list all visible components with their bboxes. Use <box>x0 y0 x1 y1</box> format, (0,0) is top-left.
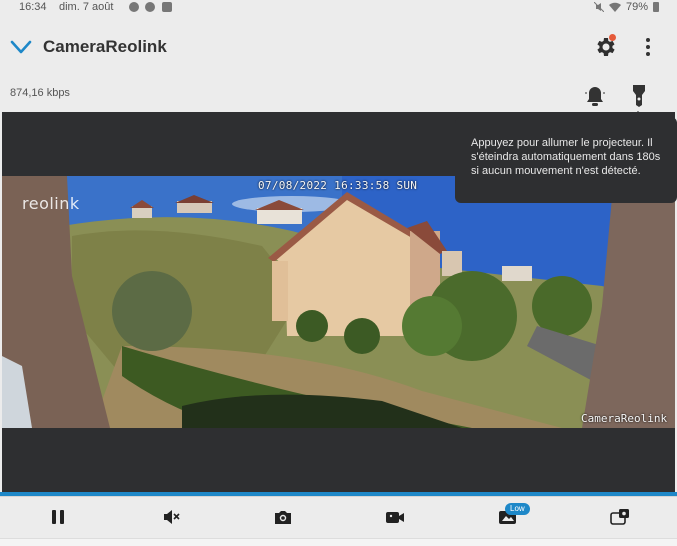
status-right: 79% <box>593 1 659 13</box>
bitrate-readout: 874,16 kbps <box>10 87 70 99</box>
siren-alarm-icon[interactable] <box>584 84 606 108</box>
page-title: CameraReolink <box>43 37 167 56</box>
spotlight-icon[interactable] <box>631 83 647 109</box>
status-bar: 16:34 dim. 7 août 79% <box>0 0 677 16</box>
reolink-logo: reolink <box>22 194 80 213</box>
settings-notification-dot <box>609 34 616 41</box>
app-screen: 16:34 dim. 7 août 79% CameraReolink 874,… <box>0 0 677 546</box>
record-icon[interactable] <box>385 507 405 527</box>
wifi-icon <box>608 2 621 12</box>
status-time: 16:34 <box>19 1 47 13</box>
battery-percent: 79% <box>625 1 648 13</box>
camera-feed-image <box>2 176 675 428</box>
bottom-toolbar <box>0 496 677 538</box>
quality-badge: Low <box>505 503 530 515</box>
image-notification-icon <box>162 2 172 12</box>
multiview-icon[interactable] <box>610 507 630 527</box>
messenger-notification-icon <box>145 2 155 12</box>
nav-bar <box>0 538 677 546</box>
osd-camera-name: CameraReolink <box>581 412 668 425</box>
spotlight-tooltip-text: Appuyez pour allumer le projecteur. Il s… <box>471 137 661 177</box>
camera-feed[interactable] <box>2 176 675 428</box>
spotlight-tooltip: Appuyez pour allumer le projecteur. Il s… <box>455 117 677 203</box>
battery-icon <box>653 2 659 12</box>
snapshot-icon[interactable] <box>273 507 293 527</box>
more-vertical-icon[interactable] <box>638 36 658 58</box>
mute-icon[interactable] <box>161 507 181 527</box>
status-date: dim. 7 août <box>59 1 114 13</box>
chevron-down-icon[interactable] <box>10 38 32 56</box>
app-header: CameraReolink <box>0 24 677 74</box>
pause-icon[interactable] <box>48 507 68 527</box>
silent-mode-icon <box>593 2 604 12</box>
osd-timestamp: 07/08/2022 16:33:58 SUN <box>258 179 418 192</box>
chat-notification-icon <box>129 2 139 12</box>
